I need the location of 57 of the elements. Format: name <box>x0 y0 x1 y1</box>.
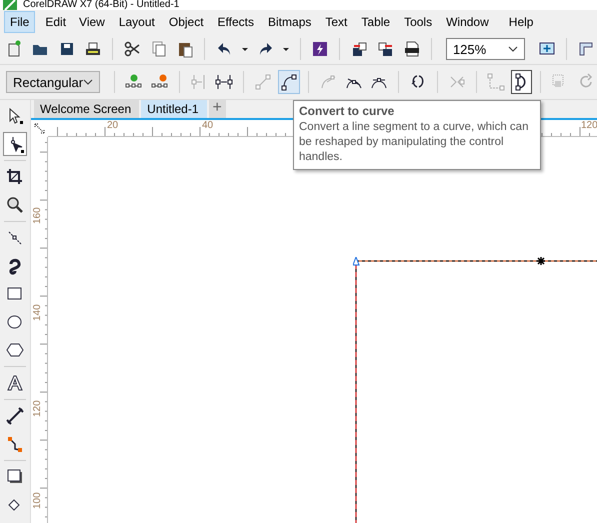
tool-button[interactable] <box>3 132 27 156</box>
toolbar-button[interactable] <box>278 70 300 94</box>
selection-mode-dropdown[interactable]: Rectangular <box>6 71 100 93</box>
document-tab[interactable]: Welcome Screen <box>34 100 140 118</box>
crop-icon <box>6 168 24 186</box>
ruler-label: 100 <box>33 492 43 509</box>
menu-item[interactable]: Help <box>502 11 540 33</box>
line-with-nodes-icon <box>6 229 24 247</box>
launcher-icon <box>311 40 330 58</box>
copy-icon <box>150 40 168 58</box>
menu-item[interactable]: Edit <box>39 11 72 33</box>
tooltip-title: Convert to curve <box>299 104 396 119</box>
straight-segment-icon <box>254 73 272 91</box>
menu-item[interactable]: Table <box>355 11 396 33</box>
dimension-tool-icon <box>6 407 24 425</box>
window-title: CorelDRAW X7 (64-Bit) - Untitled-1 <box>23 0 180 10</box>
import-icon <box>350 40 368 58</box>
ellipse-icon <box>6 313 24 331</box>
ruler-icon <box>576 40 595 58</box>
menu-item[interactable]: Bitmaps <box>262 11 318 33</box>
tooltip-text: Convert a line segment to a curve, which can be reshaped by manipulating the control handles. <box>299 120 530 165</box>
ruler-label: 120 <box>33 400 43 417</box>
polygon-icon <box>6 341 24 359</box>
ruler-label: 160 <box>33 207 43 224</box>
menu-item[interactable]: Layout <box>112 11 161 33</box>
menu-item[interactable]: Effects <box>212 11 260 33</box>
export-icon <box>376 40 395 58</box>
drop-shadow-icon <box>6 468 24 486</box>
magnifier-icon <box>6 196 24 214</box>
connector-tool-icon <box>6 435 24 453</box>
menu-item[interactable]: File <box>4 11 36 33</box>
ruler-label: 140 <box>33 304 43 321</box>
menu-item[interactable]: Object <box>162 11 210 33</box>
scissors-icon <box>123 40 142 58</box>
pdf-export-icon <box>402 40 421 58</box>
zoom-level-dropdown[interactable]: 125% <box>446 38 526 60</box>
menu-item[interactable]: View <box>73 11 111 33</box>
curve-segment-icon <box>280 73 298 91</box>
toolbar-button[interactable] <box>510 70 532 94</box>
break-node-icon <box>215 73 234 91</box>
extract-subpath-icon <box>486 73 505 91</box>
cusp-node-icon <box>318 73 337 91</box>
menu-item[interactable]: Tools <box>398 11 438 33</box>
document-tab[interactable]: Untitled-1 <box>141 100 207 118</box>
caret-icon <box>242 48 248 50</box>
ruler-label: 20 <box>107 121 118 131</box>
caret-icon <box>283 48 290 50</box>
chevron-down-icon <box>508 46 518 52</box>
chevron-down-icon <box>83 79 94 85</box>
new-tab-button[interactable]: + <box>208 100 226 118</box>
printer-icon <box>84 40 102 58</box>
menu-item[interactable]: Text <box>319 11 354 33</box>
ruler-origin-icon <box>34 123 45 134</box>
ruler-label: 120 <box>581 121 597 131</box>
menu-item[interactable]: Window <box>440 11 495 33</box>
text-tool-icon <box>6 374 24 392</box>
ruler-label: 40 <box>202 121 214 131</box>
